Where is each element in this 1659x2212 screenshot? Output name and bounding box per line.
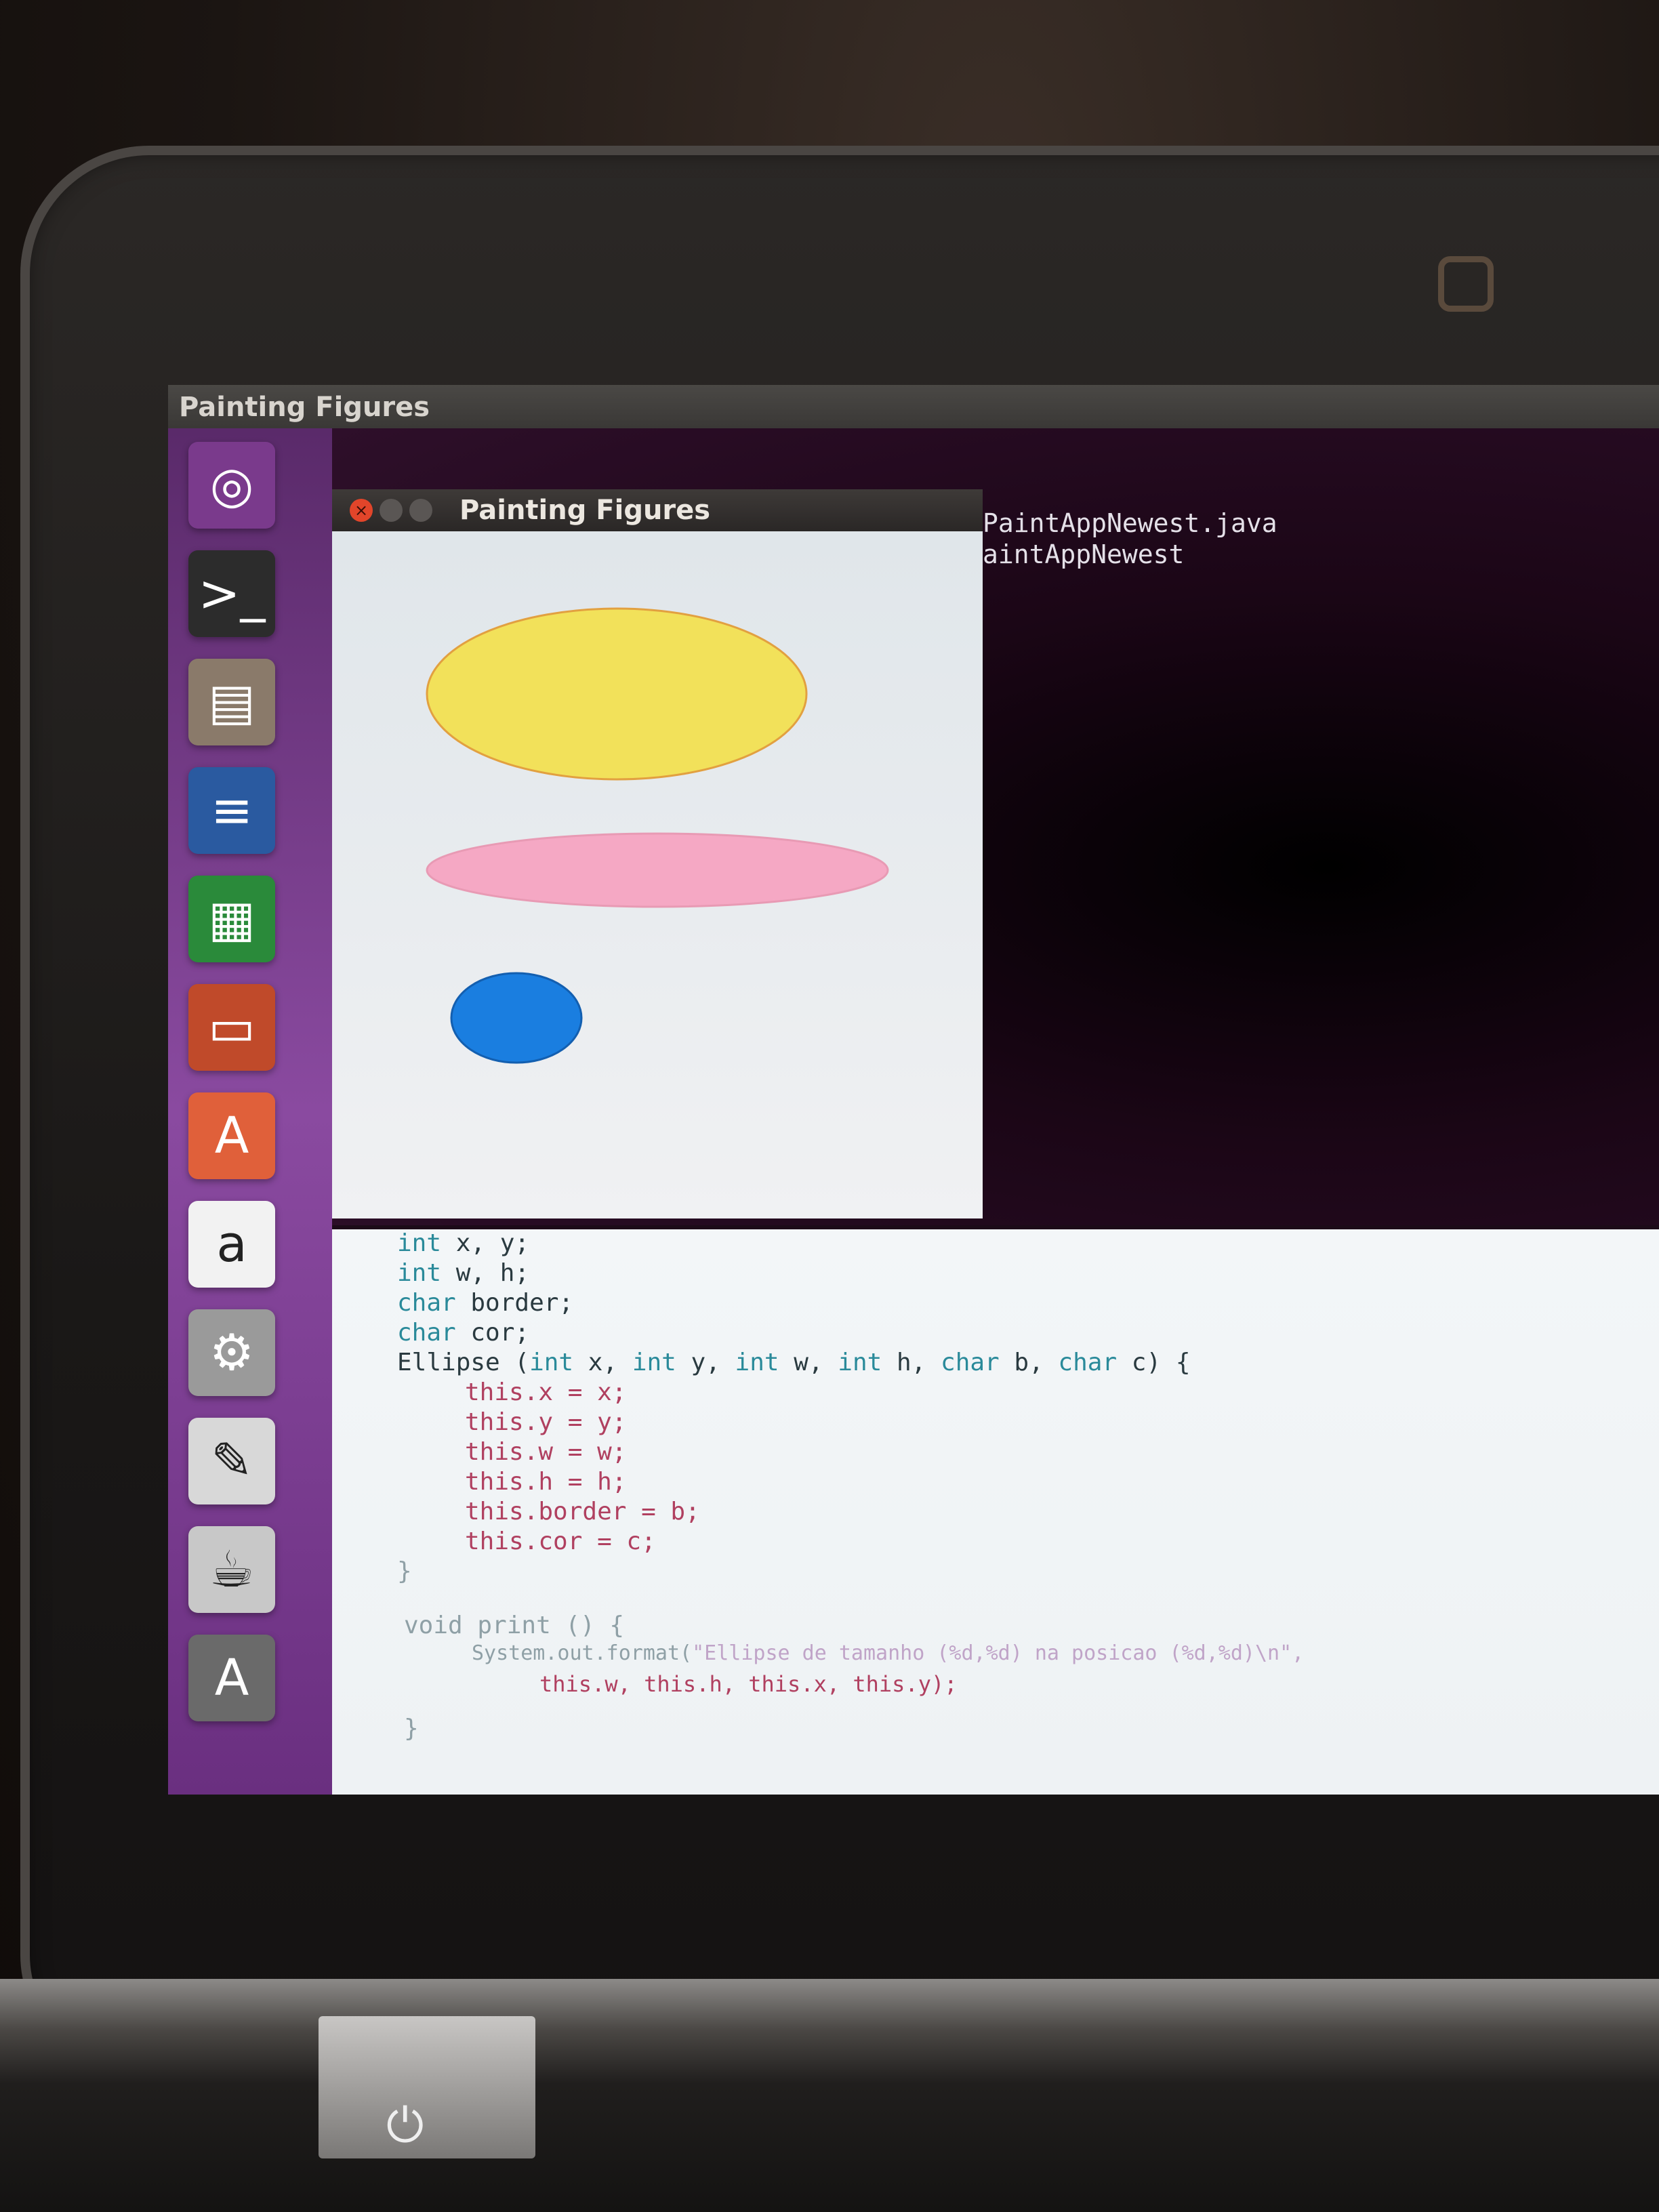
canvas-drawing xyxy=(426,607,889,1064)
code-line: this.border = b; xyxy=(465,1498,700,1525)
unity-launcher: ◎ >_ ▤ ≡ ▦ ▭ Aa ⚙ ✎ ☕ A xyxy=(168,428,332,1795)
terminal-line: aintAppNewest xyxy=(983,539,1185,569)
software-center-icon[interactable]: A xyxy=(188,1092,275,1179)
code-line: this.y = y; xyxy=(465,1408,627,1436)
painting-figures-window[interactable]: × Painting Figures xyxy=(332,489,983,1218)
code-editor[interactable]: int x, y; int w, h; char border; char co… xyxy=(332,1229,1659,1795)
code-line: } xyxy=(397,1557,412,1585)
writer-icon[interactable]: ≡ xyxy=(188,767,275,854)
laptop-base xyxy=(0,1979,1659,2212)
calc-icon[interactable]: ▦ xyxy=(188,876,275,962)
active-window-title: Painting Figures xyxy=(179,392,430,423)
updater-icon[interactable]: A xyxy=(188,1635,275,1721)
terminal-icon[interactable]: >_ xyxy=(188,550,275,637)
window-titlebar[interactable]: × Painting Figures xyxy=(332,489,983,531)
code-line: System.out.format("Ellipse de tamanho (%… xyxy=(472,1641,1305,1665)
drawing-canvas[interactable] xyxy=(332,531,983,1218)
code-line: int w, h; xyxy=(397,1259,530,1287)
amazon-icon[interactable]: a xyxy=(188,1201,275,1288)
code-line: } xyxy=(404,1715,419,1742)
hinge xyxy=(319,2016,535,2158)
power-icon[interactable]: ⏻ xyxy=(386,2097,424,2154)
code-line: Ellipse (int x, int y, int w, int h, cha… xyxy=(397,1349,1191,1376)
code-line: void print () { xyxy=(404,1612,625,1639)
yellow-ellipse xyxy=(426,607,808,781)
ubuntu-dash-icon[interactable]: ◎ xyxy=(188,442,275,529)
laptop-screen: Painting Figures ◎ >_ ▤ ≡ ▦ ▭ Aa ⚙ ✎ ☕ A PaintAppN… xyxy=(168,385,1659,1795)
maximize-button[interactable] xyxy=(409,499,432,522)
text-editor-icon[interactable]: ✎ xyxy=(188,1418,275,1504)
code-line: this.w, this.h, this.x, this.y); xyxy=(539,1671,958,1697)
desktop: PaintAppNewest.java aintAppNewest × Pain… xyxy=(332,428,1659,1795)
code-line: this.h = h; xyxy=(465,1468,627,1496)
code-line: this.w = w; xyxy=(465,1438,627,1466)
code-line: this.x = x; xyxy=(465,1378,627,1406)
code-line: int x, y; xyxy=(397,1229,530,1257)
code-line: char border; xyxy=(397,1289,574,1317)
files-icon[interactable]: ▤ xyxy=(188,659,275,745)
settings-icon[interactable]: ⚙ xyxy=(188,1309,275,1396)
pink-ellipse xyxy=(426,832,889,908)
code-line: char cor; xyxy=(397,1319,530,1347)
terminal-line: PaintAppNewest.java xyxy=(983,508,1277,538)
blue-ellipse xyxy=(450,972,583,1064)
top-panel: Painting Figures xyxy=(168,385,1659,428)
close-button[interactable]: × xyxy=(350,499,373,522)
window-title: Painting Figures xyxy=(459,495,711,526)
impress-icon[interactable]: ▭ xyxy=(188,984,275,1071)
java-app-icon[interactable]: ☕ xyxy=(188,1526,275,1613)
minimize-button[interactable] xyxy=(380,499,403,522)
webcam xyxy=(1438,256,1494,312)
code-line: this.cor = c; xyxy=(465,1528,656,1555)
